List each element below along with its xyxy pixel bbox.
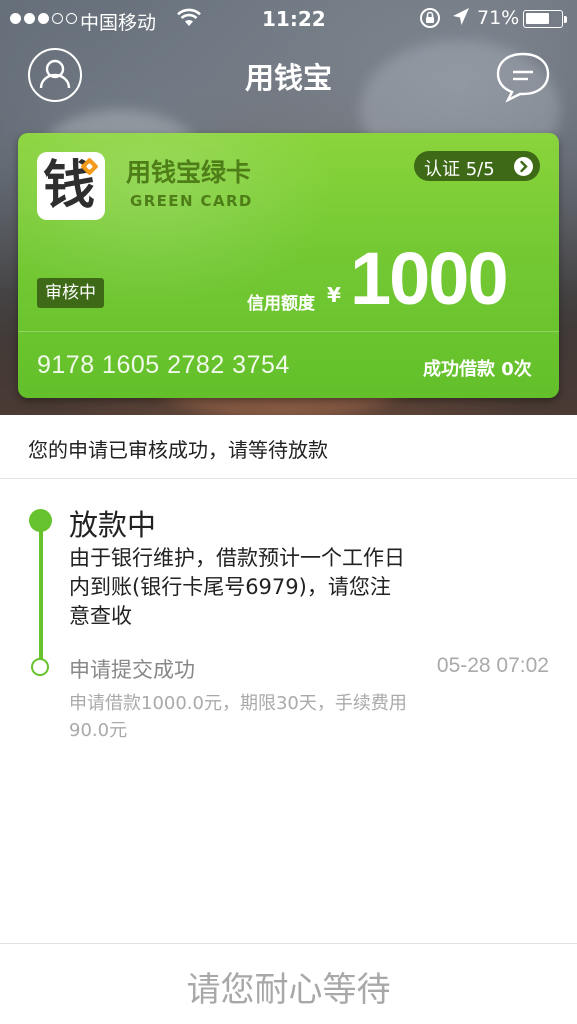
wait-button[interactable]: 请您耐心等待: [0, 962, 577, 1011]
timeline-step-title: 放款中: [69, 508, 157, 542]
clock: 11:22: [262, 7, 326, 31]
carrier-name: 中国移动: [80, 12, 157, 34]
message-button[interactable]: [494, 50, 552, 104]
signal-dot: [38, 13, 49, 24]
message-icon: [496, 52, 550, 103]
timeline-line: [39, 522, 43, 662]
wifi-icon: [176, 8, 202, 33]
location-arrow-icon: [451, 6, 471, 33]
timeline-dot-active: [29, 509, 52, 532]
rotation-lock-icon: [418, 6, 442, 35]
timeline-step-description: 由于银行维护，借款预计一个工作日内到账(银行卡尾号6979)，请您注意查收: [69, 546, 405, 628]
timeline-dot-past: [31, 658, 49, 676]
credit-limit-label: 信用额度: [247, 294, 315, 314]
battery-icon: [523, 10, 567, 28]
card-subtitle: GREEN CARD: [130, 192, 253, 210]
card-title: 用钱宝绿卡: [126, 158, 252, 187]
verification-label: 认证 5/5: [424, 159, 495, 180]
signal-strength: [10, 13, 77, 24]
battery-percent: 71%: [477, 7, 520, 29]
timeline-step-description: 申请借款1000.0元，期限30天，手续费用90.0元: [69, 693, 407, 741]
app-logo: 钱: [37, 152, 105, 220]
battery-nub: [564, 16, 567, 23]
credit-limit-amount: 1000: [350, 237, 509, 320]
signal-dot: [66, 13, 77, 24]
battery-fill: [526, 13, 549, 24]
timeline-step-title: 申请提交成功: [69, 658, 195, 682]
signal-dot: [10, 13, 21, 24]
verification-button[interactable]: 认证 5/5: [414, 151, 540, 181]
chevron-right-icon: [514, 157, 533, 176]
timeline-step-time: 05-28 07:02: [436, 654, 549, 677]
card-number: 9178 1605 2782 3754: [37, 351, 290, 379]
footer: 请您耐心等待: [0, 943, 577, 1024]
notice-text: 您的申请已审核成功，请等待放款: [28, 438, 328, 462]
green-card[interactable]: 钱 用钱宝绿卡 GREEN CARD 认证 5/5 审核中 信用额度 ¥ 100…: [18, 133, 559, 398]
currency-symbol: ¥: [327, 283, 341, 307]
card-divider: [18, 331, 559, 332]
status-badge: 审核中: [37, 278, 104, 308]
notice-bar: 您的申请已审核成功，请等待放款: [0, 415, 577, 479]
page-title: 用钱宝: [244, 61, 332, 95]
successful-loans-count: 成功借款 0次: [423, 359, 532, 380]
signal-dot: [52, 13, 63, 24]
signal-dot: [24, 13, 35, 24]
status-bar: 中国移动 11:22 71%: [0, 0, 577, 40]
